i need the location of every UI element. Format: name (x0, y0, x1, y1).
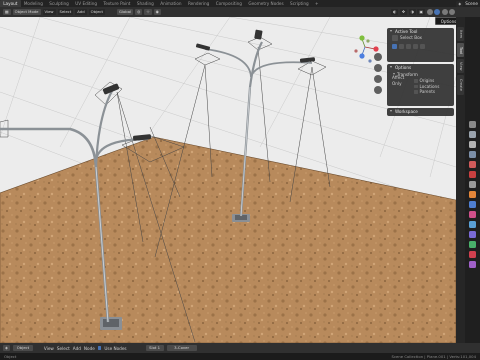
workspace-tab[interactable]: UV Editing (72, 0, 100, 7)
viewport-header: ▦ Object Mode View Select Add Object Glo… (0, 7, 480, 17)
select-box-tool-icon[interactable] (392, 35, 398, 41)
editor-type-icon-bottom[interactable]: ◈ (3, 345, 10, 351)
collection-properties-icon[interactable] (469, 181, 476, 188)
pan-button[interactable] (374, 64, 382, 72)
tab-tool[interactable]: Tool (457, 43, 464, 57)
solid-shading-icon[interactable] (434, 9, 440, 15)
mode-intersect-icon[interactable] (420, 43, 425, 49)
wireframe-shading-icon[interactable] (426, 9, 433, 15)
constraints-properties-icon[interactable] (469, 231, 476, 238)
material-selector[interactable]: 3-Cover (166, 345, 197, 351)
snap-icon[interactable]: ⊹ (144, 9, 152, 15)
transform-subheader[interactable]: Transform (387, 71, 454, 78)
status-right-text: Scene Collection | Plane.001 | Verts:101… (391, 354, 476, 359)
node-menu[interactable]: Node (84, 346, 95, 351)
workspace-tab[interactable]: Shading (134, 0, 157, 7)
mode-set-icon[interactable] (392, 43, 397, 49)
view-menu-bottom[interactable]: View (44, 346, 54, 351)
zoom-button[interactable] (374, 53, 382, 61)
texture-properties-icon[interactable] (469, 261, 476, 268)
modifier-properties-icon[interactable] (469, 201, 476, 208)
workspace-tab[interactable]: + (312, 0, 322, 7)
locations-checkbox[interactable] (414, 84, 418, 88)
render-properties-icon[interactable] (469, 131, 476, 138)
physics-properties-icon[interactable] (469, 221, 476, 228)
sidebar-tabs: Item Tool View Create (456, 17, 465, 343)
mode-subtract-icon[interactable] (406, 43, 411, 49)
tab-item[interactable]: Item (457, 27, 464, 41)
world-properties-icon[interactable] (469, 171, 476, 178)
tab-create[interactable]: Create (457, 75, 464, 95)
material-shading-icon[interactable] (441, 9, 448, 15)
scene-icon: ◈ (456, 0, 464, 7)
workspace-panel: Workspace (387, 108, 454, 116)
view-layer-properties-icon[interactable] (469, 151, 476, 158)
add-menu[interactable]: Add (75, 9, 87, 15)
workspace-tab[interactable]: Rendering (185, 0, 213, 7)
transform-orientation-dropdown[interactable]: Global (116, 9, 134, 15)
origins-checkbox[interactable] (414, 79, 418, 83)
rendered-shading-icon[interactable] (449, 9, 455, 15)
overlay-icon[interactable]: ◑ (408, 9, 416, 15)
3d-viewport[interactable]: Active Tool Select Box Options Transform… (0, 17, 456, 343)
data-properties-icon[interactable] (469, 241, 476, 248)
scene-selector[interactable]: ◈ Scene (456, 0, 478, 7)
mode-invert-icon[interactable] (413, 43, 418, 49)
workspace-tab[interactable]: Modeling (21, 0, 46, 7)
properties-toolstrip (465, 17, 480, 343)
active-tool-name: Select Box (400, 35, 423, 40)
gizmo-icon[interactable]: ✥ (399, 9, 408, 15)
select-menu-bottom[interactable]: Select (57, 346, 70, 351)
options-header[interactable]: Options (387, 64, 454, 71)
slot-dropdown[interactable]: Slot 1 (145, 345, 164, 351)
use-nodes-label: Use Nodes (104, 345, 127, 351)
workspace-header[interactable]: Workspace (387, 108, 454, 115)
object-menu[interactable]: Object (88, 9, 105, 15)
select-menu[interactable]: Select (57, 9, 74, 15)
active-tool-header[interactable]: Active Tool (387, 28, 454, 35)
shader-editor-header: ◈ Object View Select Add Node Use Nodes … (0, 343, 480, 353)
workspace-tab[interactable]: Animation (157, 0, 185, 7)
use-nodes-checkbox[interactable] (97, 346, 102, 350)
proportional-edit-icon[interactable]: ◉ (153, 9, 161, 15)
tool-properties-icon[interactable] (469, 121, 476, 128)
workspace-tab[interactable]: Sculpting (46, 0, 72, 7)
workspace-tab-bar: Layout Modeling Sculpting UV Editing Texture… (0, 0, 480, 7)
mode-dropdown[interactable]: Object Mode (12, 9, 41, 15)
add-menu-bottom[interactable]: Add (73, 346, 81, 351)
object-mode-dropdown[interactable]: Object (12, 345, 33, 351)
output-properties-icon[interactable] (469, 141, 476, 148)
parents-label: Parents (419, 89, 436, 94)
workspace-tab[interactable]: Scripting (287, 0, 312, 7)
camera-view-button[interactable] (374, 75, 382, 83)
workspace-tab[interactable]: Layout (0, 0, 21, 7)
visibility-icon[interactable]: ◐ (391, 9, 399, 15)
pivot-icon[interactable]: ◎ (135, 9, 143, 15)
particles-properties-icon[interactable] (469, 211, 476, 218)
active-tool-panel: Active Tool Select Box (387, 28, 454, 62)
editor-type-icon[interactable]: ▦ (3, 9, 11, 15)
material-properties-icon[interactable] (469, 251, 476, 258)
object-properties-icon[interactable] (469, 191, 476, 198)
tab-view[interactable]: View (457, 59, 464, 73)
scene-properties-icon[interactable] (469, 161, 476, 168)
status-bar: Object Scene Collection | Plane.001 | Ve… (0, 353, 480, 360)
workspace-tab[interactable]: Texture Paint (100, 0, 133, 7)
xray-icon[interactable]: ▣ (417, 9, 425, 15)
status-left-text: Object (4, 354, 17, 359)
scene-name[interactable]: Scene (465, 1, 478, 6)
options-panel: Options Transform Affect Only Origins Lo… (387, 64, 454, 106)
workspace-tab[interactable]: Geometry Nodes (245, 0, 287, 7)
parents-checkbox[interactable] (414, 90, 418, 94)
view-menu[interactable]: View (42, 9, 56, 15)
workspace-tab[interactable]: Compositing (213, 0, 246, 7)
mode-extend-icon[interactable] (399, 43, 404, 49)
perspective-toggle-button[interactable] (374, 86, 382, 94)
